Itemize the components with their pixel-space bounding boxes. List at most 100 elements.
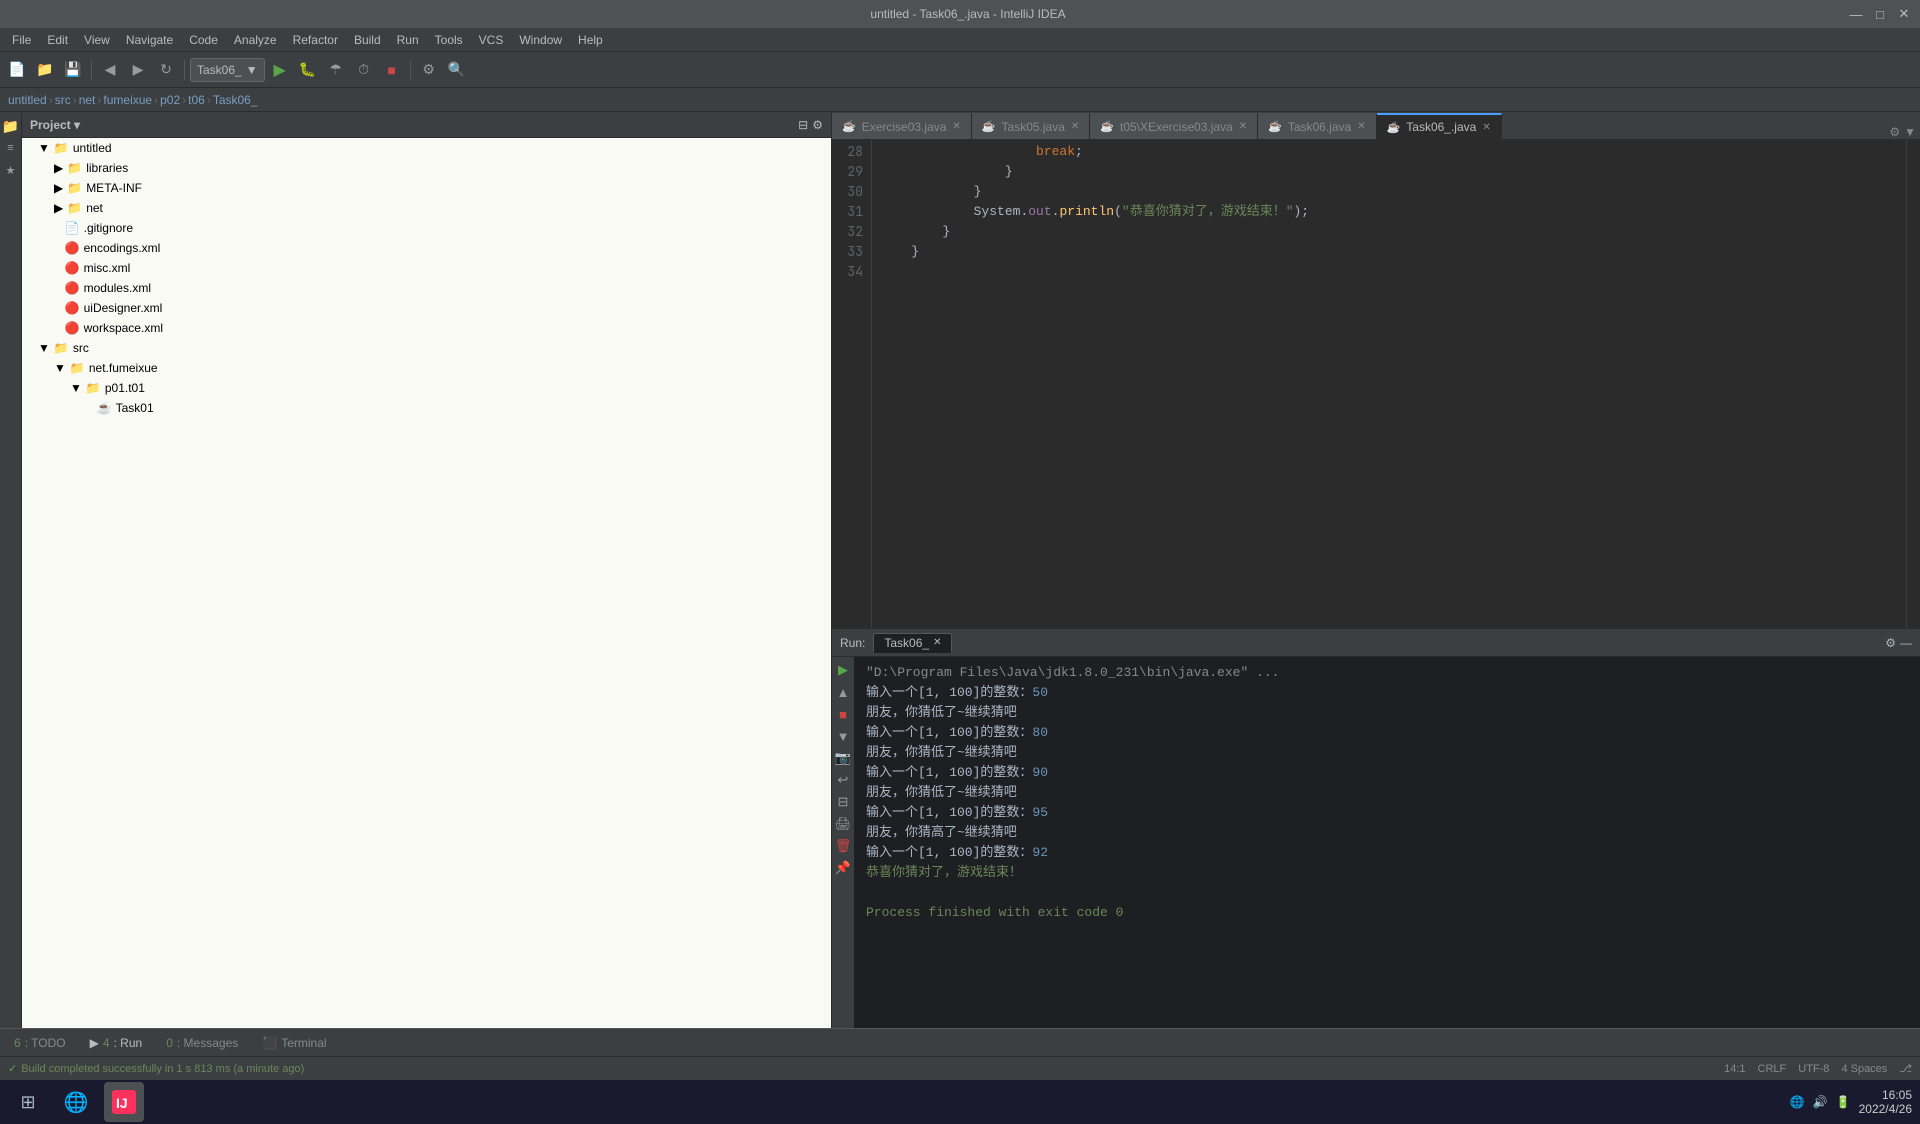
edge-browser-button[interactable]: 🌐 [56,1082,96,1122]
rerun-button[interactable]: ▶ [834,661,852,679]
back-button[interactable]: ◀ [97,57,123,83]
forward-button[interactable]: ▶ [125,57,151,83]
tab-task06-active[interactable]: ☕ Task06_.java ✕ [1377,113,1502,139]
close-run-tab-icon[interactable]: ✕ [933,637,941,648]
bc-fumeixue[interactable]: fumeixue [103,93,152,107]
run-tab-task06[interactable]: Task06_ ✕ [873,633,952,653]
tree-item-task01[interactable]: ☕ Task01 [22,398,831,418]
tool-tab-terminal[interactable]: ⬛ Terminal [256,1034,332,1052]
new-file-button[interactable]: 📄 [4,57,30,83]
tab-settings-icon[interactable]: ⚙ [1889,125,1900,139]
stop-button[interactable]: ■ [379,57,405,83]
open-button[interactable]: 📁 [32,57,58,83]
menu-edit[interactable]: Edit [39,31,76,49]
menu-code[interactable]: Code [181,31,226,49]
tree-item-workspace[interactable]: 🔴 workspace.xml [22,318,831,338]
clear-button[interactable]: 🗑 [834,837,852,855]
line-ending[interactable]: CRLF [1758,1063,1787,1075]
code-content[interactable]: break; } } System.out.println("恭喜你猜对了，游戏… [872,140,1906,628]
tab-task06[interactable]: ☕ Task06.java ✕ [1258,113,1376,139]
close-tab-task06-active[interactable]: ✕ [1482,122,1490,133]
run-config-dropdown[interactable]: Task06_ ▼ [190,58,265,82]
wrap-button[interactable]: ↩ [834,771,852,789]
menu-tools[interactable]: Tools [427,31,471,49]
debug-button[interactable]: 🐛 [295,57,321,83]
scroll-down-button[interactable]: ▼ [834,727,852,745]
tool-tab-run[interactable]: ▶ 4 : Run [84,1034,149,1052]
menu-navigate[interactable]: Navigate [118,31,181,49]
maximize-button[interactable]: □ [1872,6,1888,22]
tab-more-icon[interactable]: ▼ [1904,125,1916,139]
bc-net[interactable]: net [79,93,96,107]
menu-build[interactable]: Build [346,31,389,49]
minimize-button[interactable]: — [1848,6,1864,22]
bc-src[interactable]: src [55,93,71,107]
tab-task05[interactable]: ☕ Task05.java ✕ [972,113,1090,139]
fold-button[interactable]: ⊟ [834,793,852,811]
tree-item-misc[interactable]: 🔴 misc.xml [22,258,831,278]
tree-item-libraries[interactable]: ▶ 📁 libraries [22,158,831,178]
collapse-all-icon[interactable]: ⊟ [798,118,808,132]
run-minimize-icon[interactable]: — [1900,636,1912,650]
project-icon[interactable]: 📁 [1,116,21,136]
tool-tab-messages[interactable]: 0 : Messages [160,1034,244,1052]
sync-button[interactable]: ↻ [153,57,179,83]
tab-exercise03[interactable]: ☕ Exercise03.java ✕ [832,113,972,139]
menu-run[interactable]: Run [389,31,427,49]
menu-refactor[interactable]: Refactor [285,31,346,49]
settings-button[interactable]: ⚙ [416,57,442,83]
line-numbers: 28 29 30 31 32 33 34 [832,140,872,628]
search-button[interactable]: 🔍 [444,57,470,83]
menu-help[interactable]: Help [570,31,611,49]
scroll-up-button[interactable]: ▲ [834,683,852,701]
tree-item-meta-inf[interactable]: ▶ 📁 META-INF [22,178,831,198]
favorites-icon[interactable]: ★ [1,160,21,180]
start-button[interactable]: ⊞ [8,1082,48,1122]
tree-item-net-fumeixue[interactable]: ▼ 📁 net.fumeixue [22,358,831,378]
close-tab-exercise03[interactable]: ✕ [952,121,960,132]
close-tab-task05[interactable]: ✕ [1071,121,1079,132]
save-button[interactable]: 💾 [60,57,86,83]
settings-icon[interactable]: ⚙ [812,118,823,132]
tree-item-untitled[interactable]: ▼ 📁 untitled [22,138,831,158]
run-button[interactable]: ▶ [267,57,293,83]
cursor-position[interactable]: 14:1 [1724,1063,1745,1075]
output-line-5: 朋友，你猜低了~继续猜吧 [866,743,1908,763]
build-status-text: Build completed successfully in 1 s 813 … [21,1063,304,1075]
pin-button[interactable]: 📌 [834,859,852,877]
breadcrumb: untitled › src › net › fumeixue › p02 › … [0,88,1920,112]
bc-task06[interactable]: Task06_ [213,93,258,107]
tree-item-modules[interactable]: 🔴 modules.xml [22,278,831,298]
close-button[interactable]: ✕ [1896,6,1912,22]
structure-icon[interactable]: ≡ [1,138,21,158]
project-panel: Project ▾ ⊟ ⚙ ▼ 📁 untitled ▶ 📁 libraries… [22,112,832,1028]
tree-item-uidesigner[interactable]: 🔴 uiDesigner.xml [22,298,831,318]
intellij-button[interactable]: IJ [104,1082,144,1122]
tree-item-p01t01[interactable]: ▼ 📁 p01.t01 [22,378,831,398]
close-tab-task06[interactable]: ✕ [1357,121,1365,132]
bc-p02[interactable]: p02 [160,93,180,107]
tool-tab-todo[interactable]: 6 : TODO [8,1034,72,1052]
tab-xexercise03[interactable]: ☕ t05\XExercise03.java ✕ [1090,113,1258,139]
profile-button[interactable]: ⏱ [351,57,377,83]
menu-view[interactable]: View [76,31,118,49]
menu-window[interactable]: Window [511,31,570,49]
close-tab-xexercise03[interactable]: ✕ [1239,121,1247,132]
menu-file[interactable]: File [4,31,39,49]
bc-untitled[interactable]: untitled [8,93,47,107]
run-settings-icon[interactable]: ⚙ [1885,636,1896,650]
bc-t06[interactable]: t06 [188,93,205,107]
tree-item-gitignore[interactable]: 📄 .gitignore [22,218,831,238]
menu-analyze[interactable]: Analyze [226,31,285,49]
tree-item-src[interactable]: ▼ 📁 src [22,338,831,358]
menu-vcs[interactable]: VCS [471,31,512,49]
encoding[interactable]: UTF-8 [1798,1063,1829,1075]
tree-item-encodings[interactable]: 🔴 encodings.xml [22,238,831,258]
screenshot-button[interactable]: 📷 [834,749,852,767]
print-button[interactable]: 🖨 [834,815,852,833]
coverage-button[interactable]: ☂ [323,57,349,83]
stop-run-button[interactable]: ■ [834,705,852,723]
indent-size[interactable]: 4 Spaces [1841,1063,1887,1075]
output-line-3: 朋友，你猜低了~继续猜吧 [866,703,1908,723]
tree-item-net[interactable]: ▶ 📁 net [22,198,831,218]
